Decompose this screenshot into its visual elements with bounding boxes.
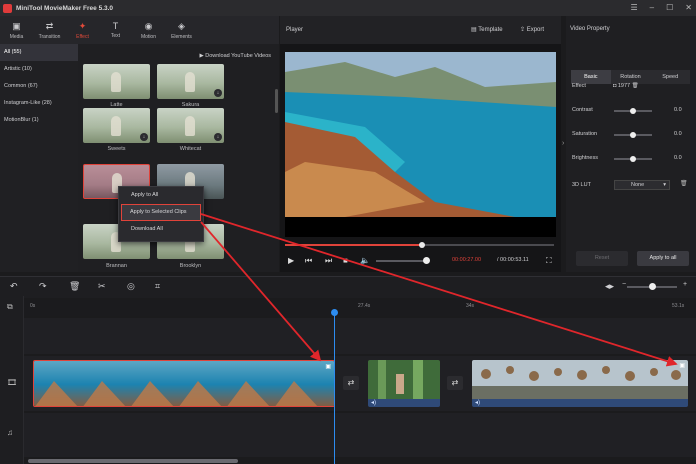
arrow-to-clip-3 — [200, 213, 678, 367]
annotation-arrows — [200, 213, 678, 367]
arrow-to-clip-1 — [200, 221, 322, 362]
